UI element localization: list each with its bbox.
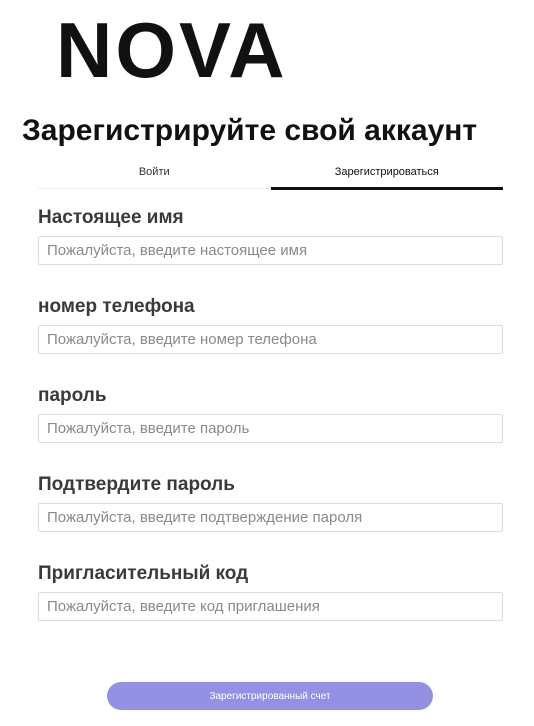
password-label: пароль [38,385,107,406]
page-title: Зарегистрируйте свой аккаунт [22,114,478,147]
phone-field-group: номер телефона [38,289,503,378]
real-name-field-group: Настоящее имя [38,200,503,289]
invite-code-field-group: Пригласительный код [38,556,503,645]
real-name-input[interactable] [38,236,503,265]
tab-register[interactable]: Зарегистрироваться [270,160,504,190]
phone-input[interactable] [38,325,503,354]
phone-label: номер телефона [38,296,195,317]
confirm-password-input[interactable] [38,503,503,532]
real-name-label: Настоящее имя [38,207,184,228]
password-field-group: пароль [38,378,503,467]
nova-logo: NOVA [56,6,288,94]
register-submit-button[interactable]: Зарегистрированный счет [107,682,433,710]
confirm-password-field-group: Подтвердите пароль [38,467,503,556]
confirm-password-label: Подтвердите пароль [38,474,235,495]
invite-code-label: Пригласительный код [38,563,249,584]
auth-tabs: Войти Зарегистрироваться [38,160,504,190]
invite-code-input[interactable] [38,592,503,621]
password-input[interactable] [38,414,503,443]
tab-login[interactable]: Войти [38,160,271,188]
registration-form: Настоящее имя номер телефона пароль Подт… [38,200,503,645]
